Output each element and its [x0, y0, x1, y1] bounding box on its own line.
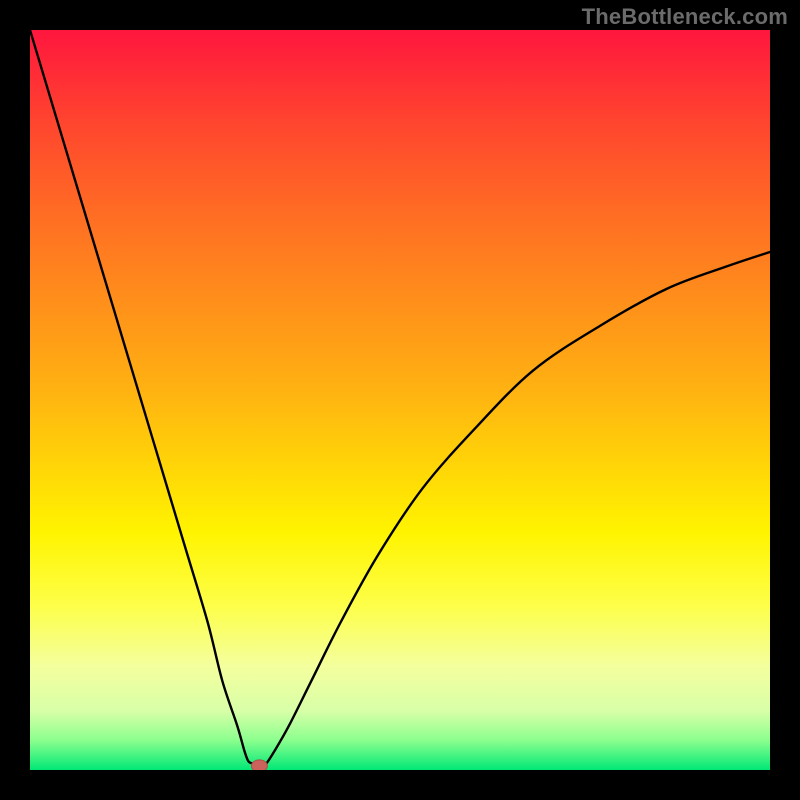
- bottleneck-curve: [30, 30, 770, 766]
- watermark-text: TheBottleneck.com: [582, 4, 788, 30]
- optimal-point-marker: [251, 760, 267, 770]
- chart-svg: [30, 30, 770, 770]
- chart-frame: TheBottleneck.com: [0, 0, 800, 800]
